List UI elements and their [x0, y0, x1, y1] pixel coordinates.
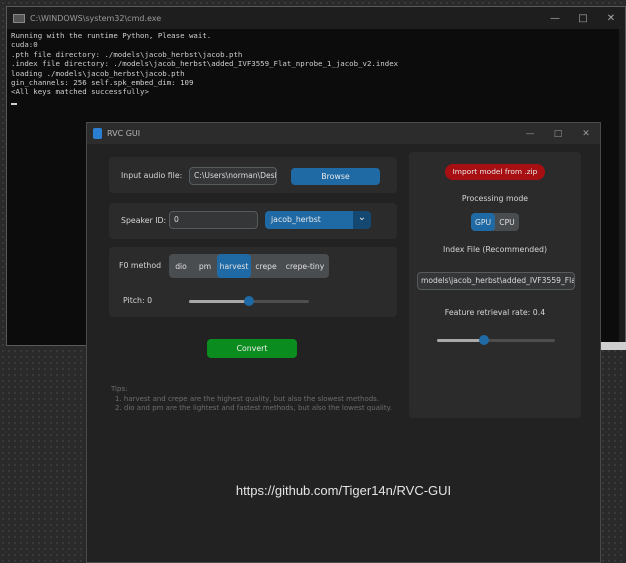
rvc-close-button[interactable]: ✕ — [572, 129, 600, 139]
console-line: loading ./models\jacob_herbst\jacob.pth — [11, 68, 185, 78]
console-line: .pth file directory: ./models\jacob_herb… — [11, 49, 243, 59]
console-output: Running with the runtime Python, Please … — [7, 29, 625, 107]
convert-button[interactable]: Convert — [207, 339, 297, 358]
console-maximize-button[interactable]: □ — [569, 13, 597, 24]
f0-panel: F0 method dio pm harvest crepe crepe-tin… — [109, 247, 397, 317]
browse-button[interactable]: Browse — [291, 168, 380, 185]
index-file-field[interactable]: models\jacob_herbst\added_IVF3559_Flat_n… — [417, 272, 575, 290]
input-audio-panel: Input audio file: C:\Users\norman\Deskto… — [109, 157, 397, 193]
speaker-id-label: Speaker ID: — [121, 216, 167, 225]
rvc-titlebar[interactable]: RVC GUI — □ ✕ — [87, 123, 600, 144]
console-line: .index file directory: ./models\jacob_he… — [11, 59, 399, 69]
feature-retrieval-slider[interactable] — [437, 335, 555, 345]
app-logo-icon — [93, 128, 102, 139]
feature-slider-handle[interactable] — [479, 335, 490, 345]
console-scrollbar[interactable] — [619, 29, 625, 345]
rvc-title: RVC GUI — [107, 129, 141, 138]
pitch-slider[interactable] — [189, 296, 309, 306]
f0-option-harvest[interactable]: harvest — [217, 254, 251, 278]
console-minimize-button[interactable]: — — [541, 13, 569, 24]
console-title: C:\WINDOWS\system32\cmd.exe — [30, 13, 162, 23]
feature-retrieval-label: Feature retrieval rate: 0.4 — [444, 308, 546, 317]
f0-option-crepe[interactable]: crepe — [251, 254, 281, 278]
f0-option-pm[interactable]: pm — [193, 254, 217, 278]
console-line: gin_channels: 256 self.spk_embed_dim: 10… — [11, 78, 194, 88]
mode-cpu[interactable]: CPU — [495, 213, 519, 231]
pitch-slider-fill — [189, 300, 249, 303]
input-audio-field[interactable]: C:\Users\norman\Desktop — [189, 167, 277, 185]
index-file-label: Index File (Recommended) — [442, 245, 548, 254]
terminal-icon — [13, 13, 25, 23]
chevron-down-icon[interactable]: ⌄ — [353, 211, 371, 229]
processing-mode-label: Processing mode — [461, 194, 529, 203]
console-titlebar[interactable]: C:\WINDOWS\system32\cmd.exe — □ ✕ — [7, 7, 625, 29]
console-line: cuda:0 — [11, 40, 38, 50]
f0-method-label: F0 method — [119, 261, 162, 270]
model-dropdown[interactable]: jacob_herbst — [265, 211, 353, 229]
console-line: <All keys matched successfully> — [11, 87, 149, 97]
rvc-minimize-button[interactable]: — — [516, 129, 544, 139]
f0-option-crepe-tiny[interactable]: crepe-tiny — [281, 254, 329, 278]
mode-gpu[interactable]: GPU — [471, 213, 495, 231]
processing-mode-selector: GPU CPU — [471, 213, 519, 231]
rvc-maximize-button[interactable]: □ — [544, 129, 572, 139]
repository-url: https://github.com/Tiger14n/RVC-GUI — [235, 483, 452, 498]
settings-panel: Import model from .zip Processing mode G… — [409, 152, 581, 418]
f0-method-selector: dio pm harvest crepe crepe-tiny — [169, 254, 329, 278]
f0-option-dio[interactable]: dio — [169, 254, 193, 278]
import-model-button[interactable]: Import model from .zip — [445, 164, 545, 180]
feature-slider-fill — [437, 339, 485, 342]
console-line: Running with the runtime Python, Please … — [11, 31, 212, 40]
speaker-id-field[interactable]: 0 — [169, 211, 258, 229]
input-audio-label: Input audio file: — [121, 171, 183, 180]
speaker-panel: Speaker ID: 0 jacob_herbst ⌄ — [109, 203, 397, 239]
tips-line-1: 1. harvest and crepe are the highest qua… — [115, 395, 380, 403]
tips-line-2: 2. dio and pm are the lightest and faste… — [115, 404, 392, 412]
background-window-edge — [601, 342, 626, 350]
console-close-button[interactable]: ✕ — [597, 13, 625, 24]
tips-title: Tips: — [111, 385, 128, 393]
rvc-window: RVC GUI — □ ✕ Input audio file: C:\Users… — [86, 122, 601, 563]
pitch-slider-handle[interactable] — [244, 296, 254, 306]
pitch-label: Pitch: 0 — [123, 296, 153, 305]
text-cursor — [11, 102, 17, 105]
